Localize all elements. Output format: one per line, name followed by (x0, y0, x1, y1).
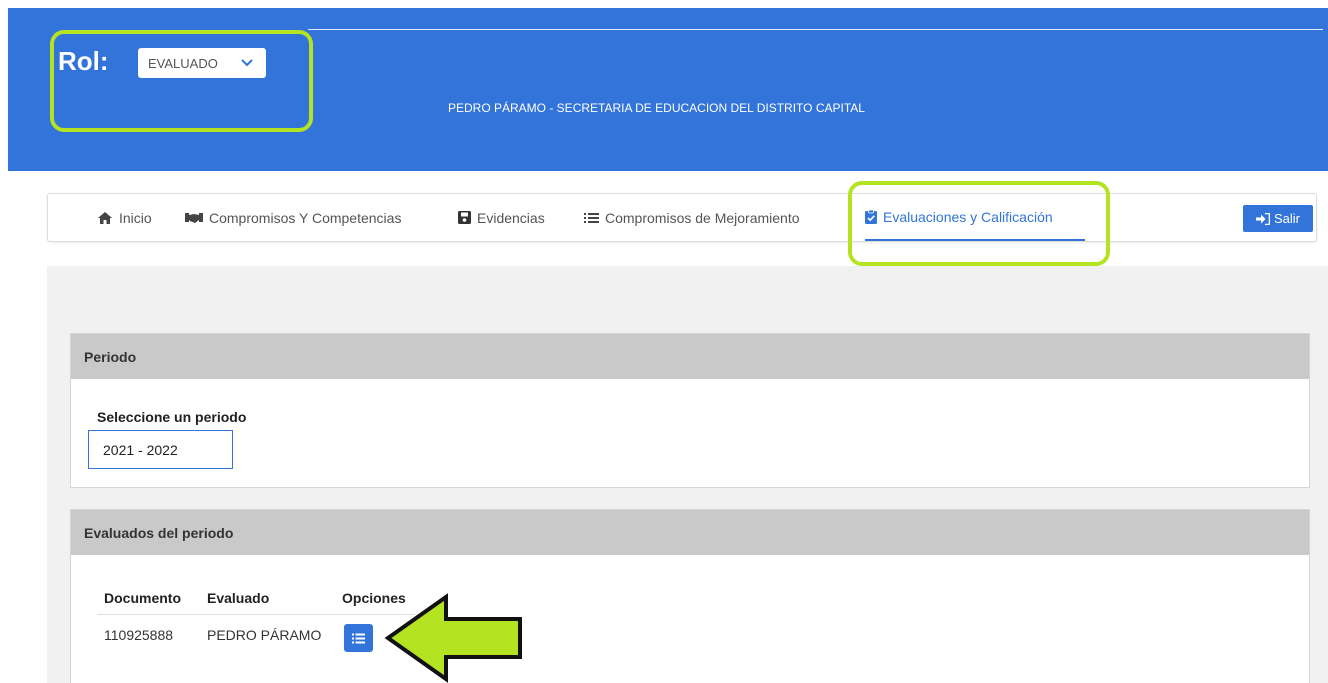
cell-evaluado: PEDRO PÁRAMO (207, 627, 322, 643)
period-select-label: Seleccione un periodo (97, 409, 247, 425)
nav-item-evidencias[interactable]: Evidencias (458, 194, 545, 241)
role-select[interactable]: EVALUADO (138, 48, 266, 78)
header-divider (308, 29, 1323, 30)
main-navbar: Inicio Compromisos Y Competencias Eviden… (47, 193, 1317, 242)
period-select-value: 2021 - 2022 (103, 441, 178, 458)
app-header (8, 8, 1328, 171)
nav-item-compromisos-mejoramiento[interactable]: Compromisos de Mejoramiento (584, 194, 800, 241)
save-icon (458, 211, 471, 224)
logout-button[interactable]: Salir (1243, 205, 1313, 232)
sign-in-icon (1255, 212, 1270, 225)
nav-item-inicio[interactable]: Inicio (97, 194, 152, 241)
nav-item-label: Evidencias (477, 209, 545, 226)
home-icon (98, 211, 112, 224)
nav-item-compromisos-competencias[interactable]: Compromisos Y Competencias (185, 194, 401, 241)
annotation-arrow-icon (384, 593, 522, 683)
list-icon (584, 212, 599, 223)
nav-item-label: Compromisos Y Competencias (209, 209, 402, 226)
nav-item-label: Compromisos de Mejoramiento (605, 209, 800, 226)
period-select[interactable]: 2021 - 2022 (88, 430, 233, 469)
table-header-divider (97, 614, 415, 615)
header-user-info: PEDRO PÁRAMO - SECRETARIA DE EDUCACION D… (448, 101, 865, 115)
chevron-down-icon (241, 59, 253, 67)
cell-documento: 110925888 (104, 627, 174, 643)
role-label: Rol: (58, 46, 109, 76)
nav-item-label: Evaluaciones y Calificación (883, 208, 1053, 225)
evaluated-card: Evaluados del periodo Documento Evaluado… (70, 509, 1310, 683)
evaluated-card-header: Evaluados del periodo (71, 510, 1309, 555)
logout-label: Salir (1273, 211, 1300, 226)
nav-item-evaluaciones-calificacion[interactable]: Evaluaciones y Calificación (865, 194, 1085, 241)
period-card-header: Periodo (71, 334, 1309, 379)
handshake-icon (185, 212, 203, 223)
list-icon (352, 633, 365, 643)
column-header-documento: Documento (104, 590, 181, 606)
options-button[interactable] (344, 624, 373, 652)
column-header-evaluado: Evaluado (207, 590, 270, 606)
role-select-value: EVALUADO (148, 55, 218, 71)
nav-item-label: Inicio (119, 209, 152, 226)
period-card: Periodo Seleccione un periodo 2021 - 202… (70, 333, 1310, 488)
clipboard-check-icon (865, 209, 877, 224)
